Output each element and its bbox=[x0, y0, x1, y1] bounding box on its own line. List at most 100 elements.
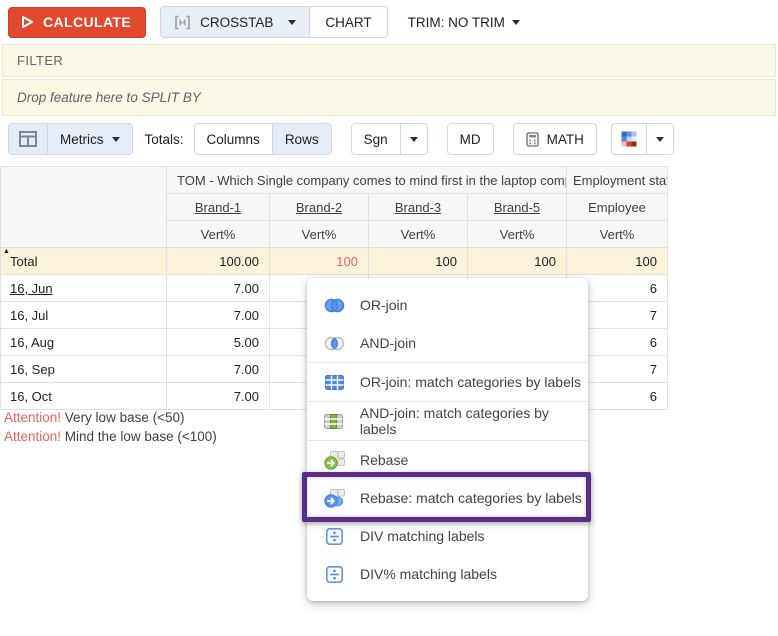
crosstab-icon bbox=[174, 15, 191, 30]
and-join-grid-icon bbox=[322, 414, 346, 429]
or-join-grid-icon bbox=[322, 375, 346, 390]
metrics-toolbar: Metrics Totals: Columns Rows Sgn MD bbox=[8, 123, 674, 155]
menu-item-label: AND-join: match categories by labels bbox=[360, 405, 588, 437]
menu-item-rebase-match[interactable]: Rebase: match categories by labels bbox=[307, 479, 588, 517]
brand-1-link[interactable]: Brand-1 bbox=[195, 200, 241, 215]
row-label[interactable]: 16, Sep bbox=[10, 362, 55, 377]
menu-item-div-percent-matching[interactable]: DIV% matching labels bbox=[307, 555, 588, 593]
filter-drop-zone[interactable]: FILTER bbox=[2, 44, 776, 77]
note-mind-base: Attention! Mind the low base (<100) bbox=[4, 428, 217, 447]
sgn-button[interactable]: Sgn bbox=[352, 124, 400, 154]
data-cell[interactable]: 7.00 bbox=[167, 275, 270, 302]
and-join-venn-icon bbox=[322, 336, 346, 351]
sgn-label: Sgn bbox=[364, 132, 388, 147]
column-header-brand-3[interactable]: Brand-3 bbox=[369, 194, 468, 221]
div-icon bbox=[322, 528, 346, 545]
columns-label: Columns bbox=[207, 132, 260, 147]
section-header-tom[interactable]: TOM - Which Single company comes to mind… bbox=[167, 167, 567, 194]
split-by-drop-zone[interactable]: Drop feature here to SPLIT BY bbox=[2, 79, 776, 116]
brand-5-link[interactable]: Brand-5 bbox=[494, 200, 540, 215]
sgn-dropdown-button[interactable] bbox=[400, 124, 427, 154]
or-join-venn-icon bbox=[322, 298, 346, 313]
menu-item-or-join-match[interactable]: OR-join: match categories by labels bbox=[307, 363, 588, 401]
menu-item-label: Rebase bbox=[360, 452, 408, 468]
employee-label: Employee bbox=[588, 200, 646, 215]
attention-prefix: Attention! bbox=[4, 410, 61, 425]
total-cell[interactable]: 100 bbox=[369, 248, 468, 275]
crosstab-button[interactable]: CROSSTAB bbox=[161, 7, 310, 37]
data-cell[interactable]: 7.00 bbox=[167, 302, 270, 329]
totals-rows-button[interactable]: Rows bbox=[272, 124, 331, 154]
totals-label: Totals: bbox=[145, 132, 184, 147]
md-label: MD bbox=[460, 132, 481, 147]
column-header-brand-5[interactable]: Brand-5 bbox=[468, 194, 567, 221]
total-cell[interactable]: 100 bbox=[468, 248, 567, 275]
div-percent-icon bbox=[322, 566, 346, 583]
column-header-employee[interactable]: Employee bbox=[567, 194, 668, 221]
menu-item-label: OR-join: match categories by labels bbox=[360, 374, 581, 390]
menu-item-or-join[interactable]: OR-join bbox=[307, 286, 588, 324]
menu-item-div-matching[interactable]: DIV matching labels bbox=[307, 517, 588, 555]
math-label: MATH bbox=[547, 132, 584, 147]
brand-3-link[interactable]: Brand-3 bbox=[395, 200, 441, 215]
brand-2-link[interactable]: Brand-2 bbox=[296, 200, 342, 215]
menu-item-and-join-match[interactable]: AND-join: match categories by labels bbox=[307, 402, 588, 440]
row-label[interactable]: 16, Jul bbox=[10, 308, 48, 323]
totals-columns-button[interactable]: Columns bbox=[195, 124, 272, 154]
data-cell[interactable]: 5.00 bbox=[167, 329, 270, 356]
calculate-button[interactable]: CALCULATE bbox=[8, 7, 146, 38]
context-menu: OR-join AND-join OR-join: match categori… bbox=[307, 278, 588, 601]
crosstab-label: CROSSTAB bbox=[200, 15, 273, 30]
color-grid-icon bbox=[621, 131, 637, 147]
chart-label: CHART bbox=[325, 15, 371, 30]
row-label[interactable]: 16, Aug bbox=[10, 335, 54, 350]
menu-item-label: AND-join bbox=[360, 335, 416, 351]
menu-item-label: DIV% matching labels bbox=[360, 566, 497, 582]
note-low-base: Attention! Very low base (<50) bbox=[4, 409, 217, 428]
column-header-brand-2[interactable]: Brand-2 bbox=[270, 194, 369, 221]
math-button[interactable]: MATH bbox=[514, 124, 596, 154]
menu-item-and-join[interactable]: AND-join bbox=[307, 324, 588, 362]
attention-prefix: Attention! bbox=[4, 429, 61, 444]
column-header-brand-1[interactable]: Brand-1 bbox=[167, 194, 270, 221]
trim-dropdown[interactable]: TRIM: NO TRIM bbox=[404, 15, 524, 30]
total-cell-highlight[interactable]: 100 bbox=[270, 248, 369, 275]
table-corner-cell bbox=[1, 167, 167, 248]
sort-asc-icon: ▲ bbox=[3, 248, 10, 255]
menu-item-label: OR-join bbox=[360, 297, 407, 313]
total-row-label[interactable]: ▲ Total bbox=[1, 248, 167, 275]
total-label: Total bbox=[10, 254, 37, 269]
rows-label: Rows bbox=[285, 132, 319, 147]
chart-button[interactable]: CHART bbox=[310, 7, 386, 37]
total-cell[interactable]: 100 bbox=[567, 248, 668, 275]
heatmap-color-group bbox=[611, 123, 674, 155]
attention-notes: Attention! Very low base (<50) Attention… bbox=[4, 409, 217, 446]
metrics-dropdown[interactable]: Metrics bbox=[47, 124, 132, 154]
row-label-link[interactable]: 16, Jun bbox=[10, 281, 53, 296]
md-group: MD bbox=[447, 123, 494, 155]
menu-item-rebase[interactable]: Rebase bbox=[307, 441, 588, 479]
play-icon bbox=[21, 15, 34, 29]
chevron-down-icon bbox=[112, 137, 120, 142]
chevron-down-icon bbox=[288, 20, 296, 25]
data-cell[interactable]: 7.00 bbox=[167, 383, 270, 410]
table-layout-icon bbox=[19, 131, 37, 147]
filter-label: FILTER bbox=[17, 53, 63, 68]
row-label[interactable]: 16, Oct bbox=[10, 389, 52, 404]
heatmap-color-button[interactable] bbox=[612, 124, 646, 154]
menu-item-label: Rebase: match categories by labels bbox=[360, 490, 582, 506]
heatmap-dropdown-button[interactable] bbox=[646, 124, 673, 154]
metrics-label: Metrics bbox=[60, 132, 104, 147]
rebase-icon bbox=[322, 451, 346, 470]
rebase-match-icon bbox=[322, 489, 346, 508]
section-header-employment[interactable]: Employment stat bbox=[567, 167, 668, 194]
md-button[interactable]: MD bbox=[448, 124, 493, 154]
sgn-group: Sgn bbox=[351, 123, 428, 155]
total-cell[interactable]: 100.00 bbox=[167, 248, 270, 275]
table-layout-button[interactable] bbox=[9, 124, 47, 154]
data-cell[interactable]: 7.00 bbox=[167, 356, 270, 383]
totals-toggle-group: Columns Rows bbox=[194, 123, 332, 155]
chevron-down-icon bbox=[512, 20, 520, 25]
chevron-down-icon bbox=[410, 137, 418, 142]
metric-header: Vert% bbox=[369, 221, 468, 248]
